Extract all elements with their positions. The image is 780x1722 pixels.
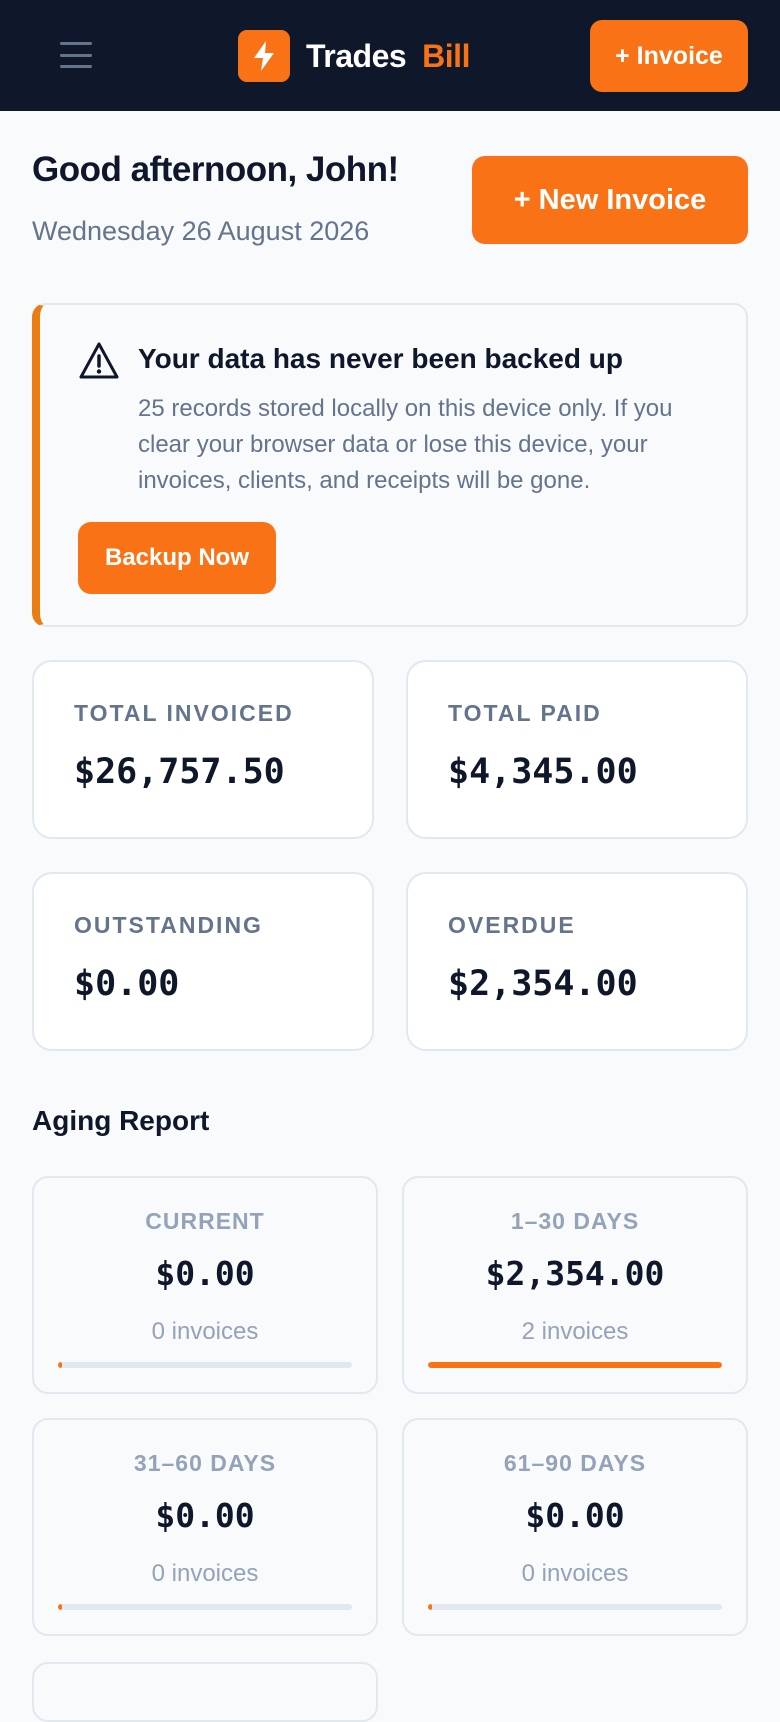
aging-progress-fill — [428, 1362, 722, 1368]
aging-value: $0.00 — [155, 1254, 255, 1293]
aging-value: $0.00 — [525, 1496, 625, 1535]
aging-count: 0 invoices — [151, 1560, 259, 1587]
stat-label: OVERDUE — [448, 912, 576, 938]
stat-value: $26,757.50 — [74, 752, 285, 792]
alert-title: Your data has never been backed up — [138, 343, 623, 374]
warning-triangle-icon — [78, 341, 120, 381]
stat-value: $0.00 — [74, 964, 180, 1004]
backup-now-button[interactable]: Backup Now — [78, 522, 276, 594]
aging-label: 31–60 DAYS — [133, 1450, 277, 1476]
aging-progress-bar — [428, 1362, 722, 1368]
stat-card-outstanding[interactable]: OUTSTANDING $0.00 — [32, 872, 374, 1051]
aging-progress-fill — [428, 1604, 432, 1610]
aging-progress-bar — [58, 1604, 352, 1610]
aging-progress-fill — [58, 1604, 62, 1610]
stat-card-total-paid[interactable]: TOTAL PAID $4,345.00 — [406, 660, 748, 839]
stat-value: $2,354.00 — [448, 964, 638, 1004]
stat-label: OUTSTANDING — [74, 912, 263, 938]
brand-name: Trades Bill — [306, 38, 470, 75]
stat-card-overdue[interactable]: OVERDUE $2,354.00 — [406, 872, 748, 1051]
aging-progress-bar — [58, 1362, 352, 1368]
aging-card-1-30-days[interactable]: 1–30 DAYS $2,354.00 2 invoices — [402, 1176, 748, 1394]
aging-count: 0 invoices — [151, 1318, 259, 1345]
header-invoice-button[interactable]: + Invoice — [590, 20, 748, 92]
new-invoice-button[interactable]: + New Invoice — [472, 156, 748, 244]
aging-card-61-90-days[interactable]: 61–90 DAYS $0.00 0 invoices — [402, 1418, 748, 1636]
aging-count: 0 invoices — [521, 1560, 629, 1587]
aging-card-partial[interactable] — [32, 1662, 378, 1722]
stat-label: TOTAL PAID — [448, 700, 602, 726]
aging-card-31-60-days[interactable]: 31–60 DAYS $0.00 0 invoices — [32, 1418, 378, 1636]
alert-message: 25 records stored locally on this device… — [138, 395, 673, 494]
aging-progress-fill — [58, 1362, 62, 1368]
greeting-title: Good afternoon, John! — [32, 150, 399, 189]
hamburger-menu-icon[interactable] — [60, 42, 92, 68]
current-date: Wednesday 26 August 2026 — [32, 216, 370, 246]
aging-label: CURRENT — [145, 1208, 265, 1234]
stat-card-total-invoiced[interactable]: TOTAL INVOICED $26,757.50 — [32, 660, 374, 839]
stat-value: $4,345.00 — [448, 752, 638, 792]
aging-label: 61–90 DAYS — [503, 1450, 647, 1476]
aging-progress-bar — [428, 1604, 722, 1610]
aging-count: 2 invoices — [521, 1318, 629, 1345]
top-navbar: Trades Bill + Invoice — [0, 0, 780, 111]
aging-value: $2,354.00 — [485, 1254, 665, 1293]
lightning-bolt-icon — [238, 30, 290, 82]
aging-value: $0.00 — [155, 1496, 255, 1535]
aging-card-current[interactable]: CURRENT $0.00 0 invoices — [32, 1176, 378, 1394]
stat-label: TOTAL INVOICED — [74, 700, 294, 726]
brand-name-accent: Bill — [422, 37, 470, 74]
aging-label: 1–30 DAYS — [510, 1208, 640, 1234]
brand-name-primary: Trades — [306, 37, 407, 74]
aging-report-title: Aging Report — [32, 1105, 210, 1136]
backup-warning-alert: Your data has never been backed up 25 re… — [32, 303, 748, 627]
brand-logo[interactable]: Trades Bill — [238, 30, 470, 82]
